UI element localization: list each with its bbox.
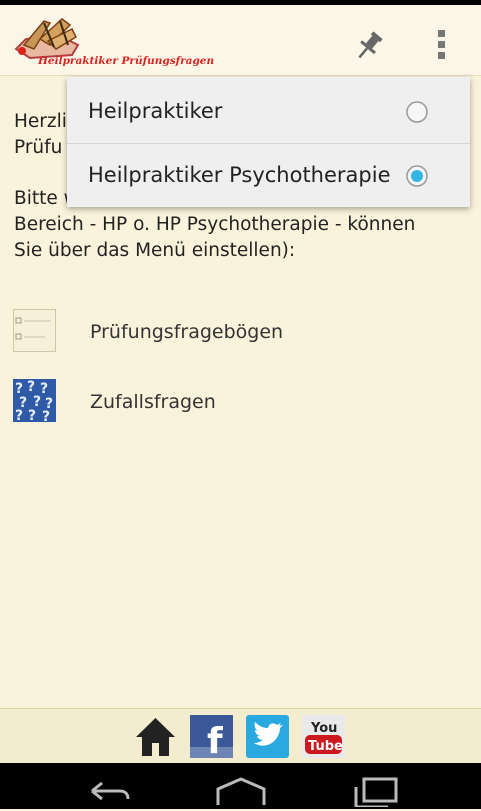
menu-item-pruefungsfragebogen[interactable]: Prüfungsfragebögen: [0, 309, 481, 365]
option-label: Heilpraktiker Psychotherapie: [88, 163, 391, 187]
instructions-line-3: Sie über das Menü einstellen):: [14, 240, 296, 261]
instructions-line-2: Bereich - HP o. HP Psychotherapie - könn…: [14, 214, 416, 235]
svg-text:?: ?: [15, 408, 23, 422]
menu-item-label: Prüfungsfragebögen: [90, 321, 284, 343]
home-icon[interactable]: [134, 715, 177, 758]
option-heilpraktiker[interactable]: Heilpraktiker: [67, 79, 470, 144]
questionnaire-icon: [13, 309, 56, 352]
recents-icon[interactable]: [352, 773, 400, 809]
overflow-menu-icon[interactable]: [430, 27, 454, 63]
option-label: Heilpraktiker: [88, 99, 223, 123]
svg-text:?: ?: [27, 379, 35, 395]
option-heilpraktiker-psychotherapie[interactable]: Heilpraktiker Psychotherapie: [67, 143, 470, 207]
pin-icon[interactable]: [352, 29, 386, 63]
svg-text:?: ?: [28, 408, 36, 422]
radio-selected[interactable]: [405, 164, 429, 188]
question-marks-icon: ??? ??? ???: [13, 379, 56, 425]
svg-text:Tube: Tube: [308, 739, 343, 754]
system-navigation-bar: [0, 763, 481, 809]
action-bar: Heilpraktiker Prüfungsfragen: [0, 5, 481, 76]
area-dropdown-menu: Heilpraktiker Heilpraktiker Psychotherap…: [67, 77, 470, 207]
twitter-icon[interactable]: [246, 715, 289, 758]
intro-text: Herzli Prüfu: [14, 109, 67, 161]
menu-item-label: Zufallsfragen: [90, 391, 216, 413]
back-icon[interactable]: [82, 773, 132, 807]
radio-unselected[interactable]: [405, 100, 429, 124]
logo-text: Heilpraktiker Prüfungsfragen: [38, 55, 215, 67]
intro-line-1: Herzli: [14, 111, 67, 132]
home-nav-icon[interactable]: [214, 773, 268, 807]
menu-item-zufallsfragen[interactable]: ??? ??? ??? Zufallsfragen: [0, 379, 481, 435]
svg-text:?: ?: [40, 381, 48, 397]
svg-text:?: ?: [42, 409, 50, 422]
footer-bar: f You Tube: [0, 708, 481, 764]
svg-text:f: f: [207, 721, 223, 758]
youtube-icon[interactable]: You Tube: [302, 715, 345, 758]
svg-text:You: You: [310, 721, 337, 736]
facebook-icon[interactable]: f: [190, 715, 233, 762]
intro-line-2: Prüfu: [14, 137, 63, 158]
